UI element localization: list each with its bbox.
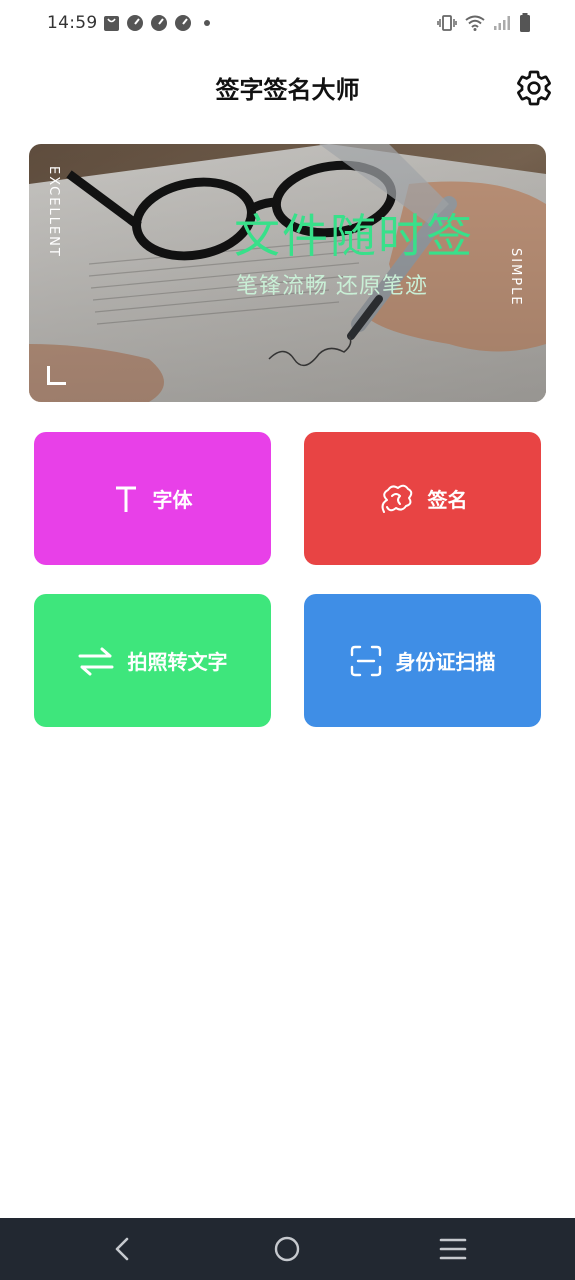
home-button[interactable] (267, 1232, 307, 1266)
notification-icons (102, 14, 210, 32)
tile-label-id-scan: 身份证扫描 (395, 650, 496, 674)
vibrate-icon (437, 14, 457, 36)
back-chevron-icon (115, 1237, 129, 1261)
id-card-scan-tile-button[interactable]: 身份证扫描 (304, 594, 541, 727)
recents-button[interactable] (433, 1232, 473, 1266)
back-button[interactable] (102, 1232, 142, 1266)
tile-label-photo-to-text: 拍照转文字 (127, 650, 228, 674)
status-time: 14:59 (47, 13, 98, 33)
tile-label-font: 字体 (152, 488, 193, 512)
swap-arrows-icon (78, 646, 114, 676)
speedometer-icon (174, 14, 192, 32)
battery-icon (519, 13, 531, 37)
bag-notification-icon (102, 14, 120, 32)
font-tile-button[interactable]: 字体 (34, 432, 271, 565)
signature-tile-button[interactable]: 签名 (304, 432, 541, 565)
banner-vertical-text-left: EXCELLENT (46, 166, 61, 258)
system-icons (437, 13, 531, 37)
banner-title: 文件随时签 (234, 209, 474, 263)
status-bar: 14:59 (0, 0, 575, 48)
settings-button[interactable] (512, 66, 556, 110)
page-title: 签字签名大师 (215, 76, 360, 104)
speedometer-icon (150, 14, 168, 32)
text-t-icon (113, 484, 139, 514)
system-nav-bar (0, 1218, 575, 1280)
wifi-icon (465, 15, 485, 35)
menu-lines-icon (439, 1238, 467, 1260)
signature-scribble-icon (378, 482, 414, 516)
banner-vertical-text-right: SIMPLE (508, 248, 523, 307)
home-circle-icon (274, 1236, 300, 1262)
banner-subtitle: 笔锋流畅 还原笔迹 (236, 274, 428, 299)
promo-banner[interactable]: 文件随时签 笔锋流畅 还原笔迹 EXCELLENT SIMPLE (29, 144, 546, 402)
scan-frame-icon (350, 645, 382, 677)
more-dot-icon (204, 20, 210, 26)
tile-label-signature: 签名 (427, 488, 468, 512)
speedometer-icon (126, 14, 144, 32)
signal-icon (493, 15, 511, 35)
photo-to-text-tile-button[interactable]: 拍照转文字 (34, 594, 271, 727)
corner-bracket-icon (47, 366, 66, 385)
gear-icon (517, 70, 551, 106)
